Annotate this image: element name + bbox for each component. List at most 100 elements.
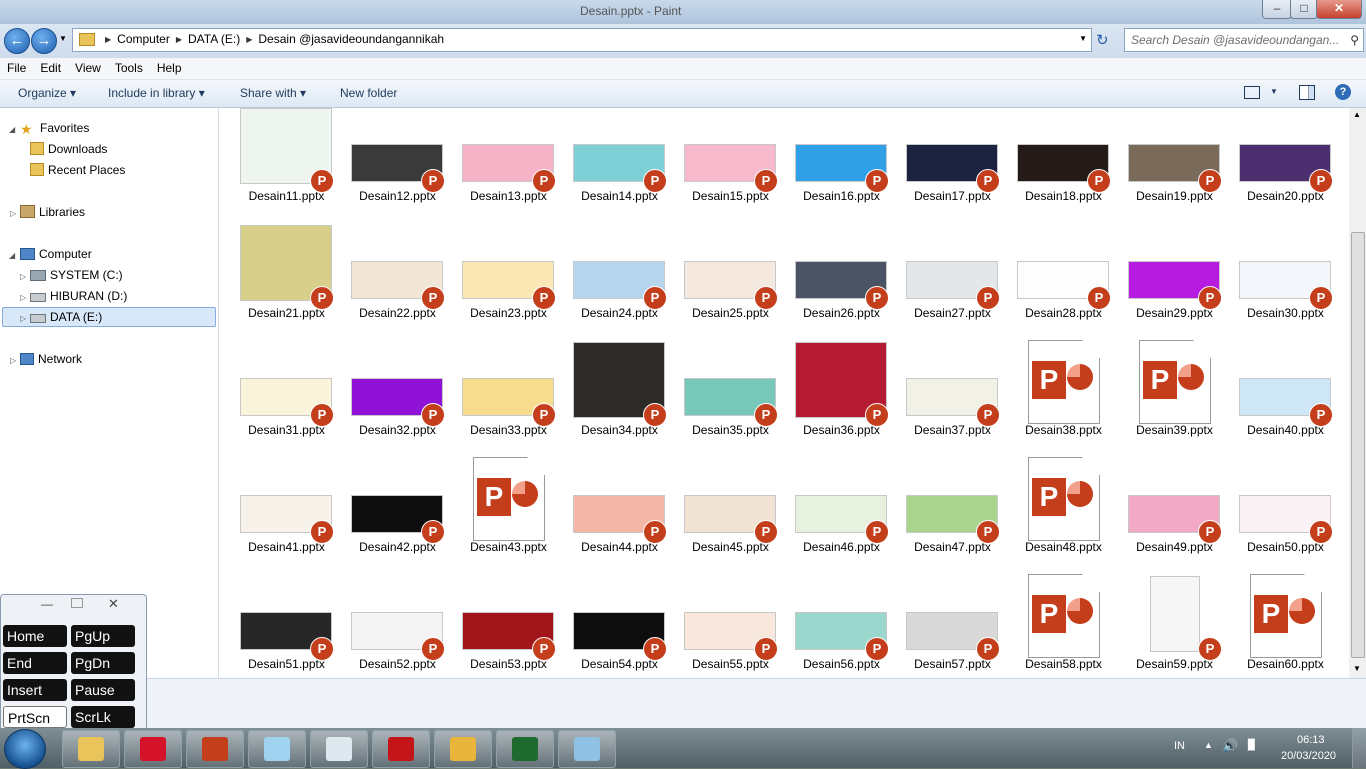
help-icon[interactable]: ? (1335, 84, 1351, 100)
scrollbar-thumb[interactable] (1351, 232, 1365, 658)
key-home[interactable]: Home (3, 625, 67, 647)
file-item[interactable]: P Desain31.pptx (231, 342, 342, 459)
file-item[interactable]: P Desain23.pptx (453, 225, 564, 342)
collapse-arrow-icon[interactable]: ◢ (9, 251, 15, 260)
breadcrumb-computer[interactable]: Computer (117, 32, 170, 46)
file-item[interactable]: P Desain22.pptx (342, 225, 453, 342)
file-item[interactable]: P Desain60.pptx (1230, 574, 1341, 678)
file-item[interactable]: P Desain20.pptx (1230, 108, 1341, 225)
osk-close-icon[interactable]: ✕ (108, 596, 119, 612)
key-pause[interactable]: Pause (71, 679, 135, 701)
file-item[interactable]: P Desain55.pptx (675, 576, 786, 678)
file-item[interactable]: P Desain49.pptx (1119, 459, 1230, 576)
file-item[interactable]: P Desain50.pptx (1230, 459, 1341, 576)
expand-arrow-icon[interactable]: ▷ (20, 314, 26, 323)
file-item[interactable]: P Desain35.pptx (675, 342, 786, 459)
file-item[interactable]: P Desain32.pptx (342, 342, 453, 459)
expand-arrow-icon[interactable]: ▷ (10, 356, 16, 365)
file-item[interactable]: P Desain27.pptx (897, 225, 1008, 342)
back-button[interactable]: ← (4, 28, 30, 54)
file-item[interactable]: P Desain36.pptx (786, 342, 897, 459)
menu-help[interactable]: Help (150, 58, 189, 79)
explorer-app-button[interactable] (62, 730, 120, 768)
network-signal-icon[interactable]: ▉ (1248, 740, 1256, 751)
key-scrlk[interactable]: ScrLk (71, 706, 135, 728)
key-end[interactable]: End (3, 652, 67, 674)
sidebar-item-downloads[interactable]: Downloads (30, 142, 107, 156)
sidebar-item-system-drive[interactable]: SYSTEM (C:) (30, 268, 123, 282)
search-icon[interactable]: ⚲ (1350, 33, 1359, 47)
file-item[interactable]: P Desain46.pptx (786, 459, 897, 576)
file-item[interactable]: P Desain52.pptx (342, 576, 453, 678)
file-item[interactable]: P Desain16.pptx (786, 108, 897, 225)
file-item[interactable]: P Desain59.pptx (1119, 576, 1230, 678)
menu-view[interactable]: View (68, 58, 108, 79)
file-item[interactable]: P Desain39.pptx (1119, 340, 1230, 459)
include-in-library-button[interactable]: Include in library ▾ (108, 86, 205, 100)
file-item[interactable]: P Desain45.pptx (675, 459, 786, 576)
file-item[interactable]: P Desain37.pptx (897, 342, 1008, 459)
search-input[interactable]: Search Desain @jasavideoundangan... ⚲ (1124, 28, 1364, 52)
sidebar-item-libraries[interactable]: Libraries (20, 205, 85, 219)
file-item[interactable]: P Desain54.pptx (564, 576, 675, 678)
file-item[interactable]: P Desain34.pptx (564, 342, 675, 459)
file-item[interactable]: P Desain40.pptx (1230, 342, 1341, 459)
expand-arrow-icon[interactable]: ▷ (10, 209, 16, 218)
collapse-arrow-icon[interactable]: ◢ (9, 125, 15, 134)
chrome-app-button[interactable] (434, 730, 492, 768)
vertical-scrollbar[interactable]: ▲ ▼ (1349, 108, 1366, 678)
file-item[interactable]: P Desain25.pptx (675, 225, 786, 342)
change-view-icon[interactable] (1244, 86, 1260, 99)
notepad-app-button[interactable] (248, 730, 306, 768)
minimize-button[interactable]: – (1262, 0, 1292, 19)
clock-time[interactable]: 06:13 (1297, 734, 1325, 746)
refresh-icon[interactable]: ↻ (1096, 31, 1109, 49)
menu-tools[interactable]: Tools (108, 58, 150, 79)
expand-arrow-icon[interactable]: ▷ (20, 272, 26, 281)
sidebar-item-recent-places[interactable]: Recent Places (30, 163, 125, 177)
file-item[interactable]: P Desain30.pptx (1230, 225, 1341, 342)
file-item[interactable]: P Desain14.pptx (564, 108, 675, 225)
file-item[interactable]: P Desain28.pptx (1008, 225, 1119, 342)
show-desktop-button[interactable] (1352, 728, 1366, 768)
new-folder-button[interactable]: New folder (340, 86, 397, 100)
scroll-up-icon[interactable]: ▲ (1353, 110, 1361, 119)
scroll-down-icon[interactable]: ▼ (1353, 664, 1361, 673)
key-pgdn[interactable]: PgDn (71, 652, 135, 674)
key-insert[interactable]: Insert (3, 679, 67, 701)
file-item[interactable]: P Desain11.pptx (231, 108, 342, 225)
file-item[interactable]: P Desain41.pptx (231, 459, 342, 576)
file-item[interactable]: P Desain18.pptx (1008, 108, 1119, 225)
file-item[interactable]: P Desain48.pptx (1008, 457, 1119, 576)
share-with-button[interactable]: Share with ▾ (240, 86, 306, 100)
key-pgup[interactable]: PgUp (71, 625, 135, 647)
file-item[interactable]: P Desain29.pptx (1119, 225, 1230, 342)
acrobat-app-button[interactable] (372, 730, 430, 768)
sidebar-item-network[interactable]: Network (20, 352, 82, 366)
file-item[interactable]: P Desain42.pptx (342, 459, 453, 576)
menu-edit[interactable]: Edit (33, 58, 68, 79)
language-indicator[interactable]: IN (1174, 740, 1185, 752)
terminal-app-button[interactable] (496, 730, 554, 768)
file-item[interactable]: P Desain26.pptx (786, 225, 897, 342)
osk-maximize-icon[interactable] (71, 598, 83, 608)
file-item[interactable]: P Desain21.pptx (231, 225, 342, 342)
close-button[interactable]: ✕ (1316, 0, 1362, 19)
recent-pages-dropdown-icon[interactable]: ▼ (59, 34, 67, 43)
breadcrumb-current-folder[interactable]: Desain @jasavideoundangannikah (258, 32, 444, 46)
address-bar[interactable]: ▶ Computer ▶ DATA (E:) ▶ Desain @jasavid… (72, 28, 1092, 52)
start-button[interactable] (4, 729, 46, 769)
sidebar-item-favorites[interactable]: ★ Favorites (20, 121, 89, 137)
speaker-icon[interactable]: 🔊 (1222, 738, 1238, 754)
file-item[interactable]: P Desain53.pptx (453, 576, 564, 678)
clock-date[interactable]: 20/03/2020 (1281, 750, 1336, 762)
file-item[interactable]: P Desain57.pptx (897, 576, 1008, 678)
organize-button[interactable]: Organize ▾ (18, 86, 76, 100)
file-item[interactable]: P Desain47.pptx (897, 459, 1008, 576)
file-item[interactable]: P Desain33.pptx (453, 342, 564, 459)
osk-minimize-icon[interactable]: — (41, 597, 53, 611)
paint-app-button[interactable] (558, 730, 616, 768)
sidebar-item-data-drive[interactable]: DATA (E:) (30, 310, 102, 324)
opera-app-button[interactable] (124, 730, 182, 768)
file-item[interactable]: P Desain51.pptx (231, 576, 342, 678)
